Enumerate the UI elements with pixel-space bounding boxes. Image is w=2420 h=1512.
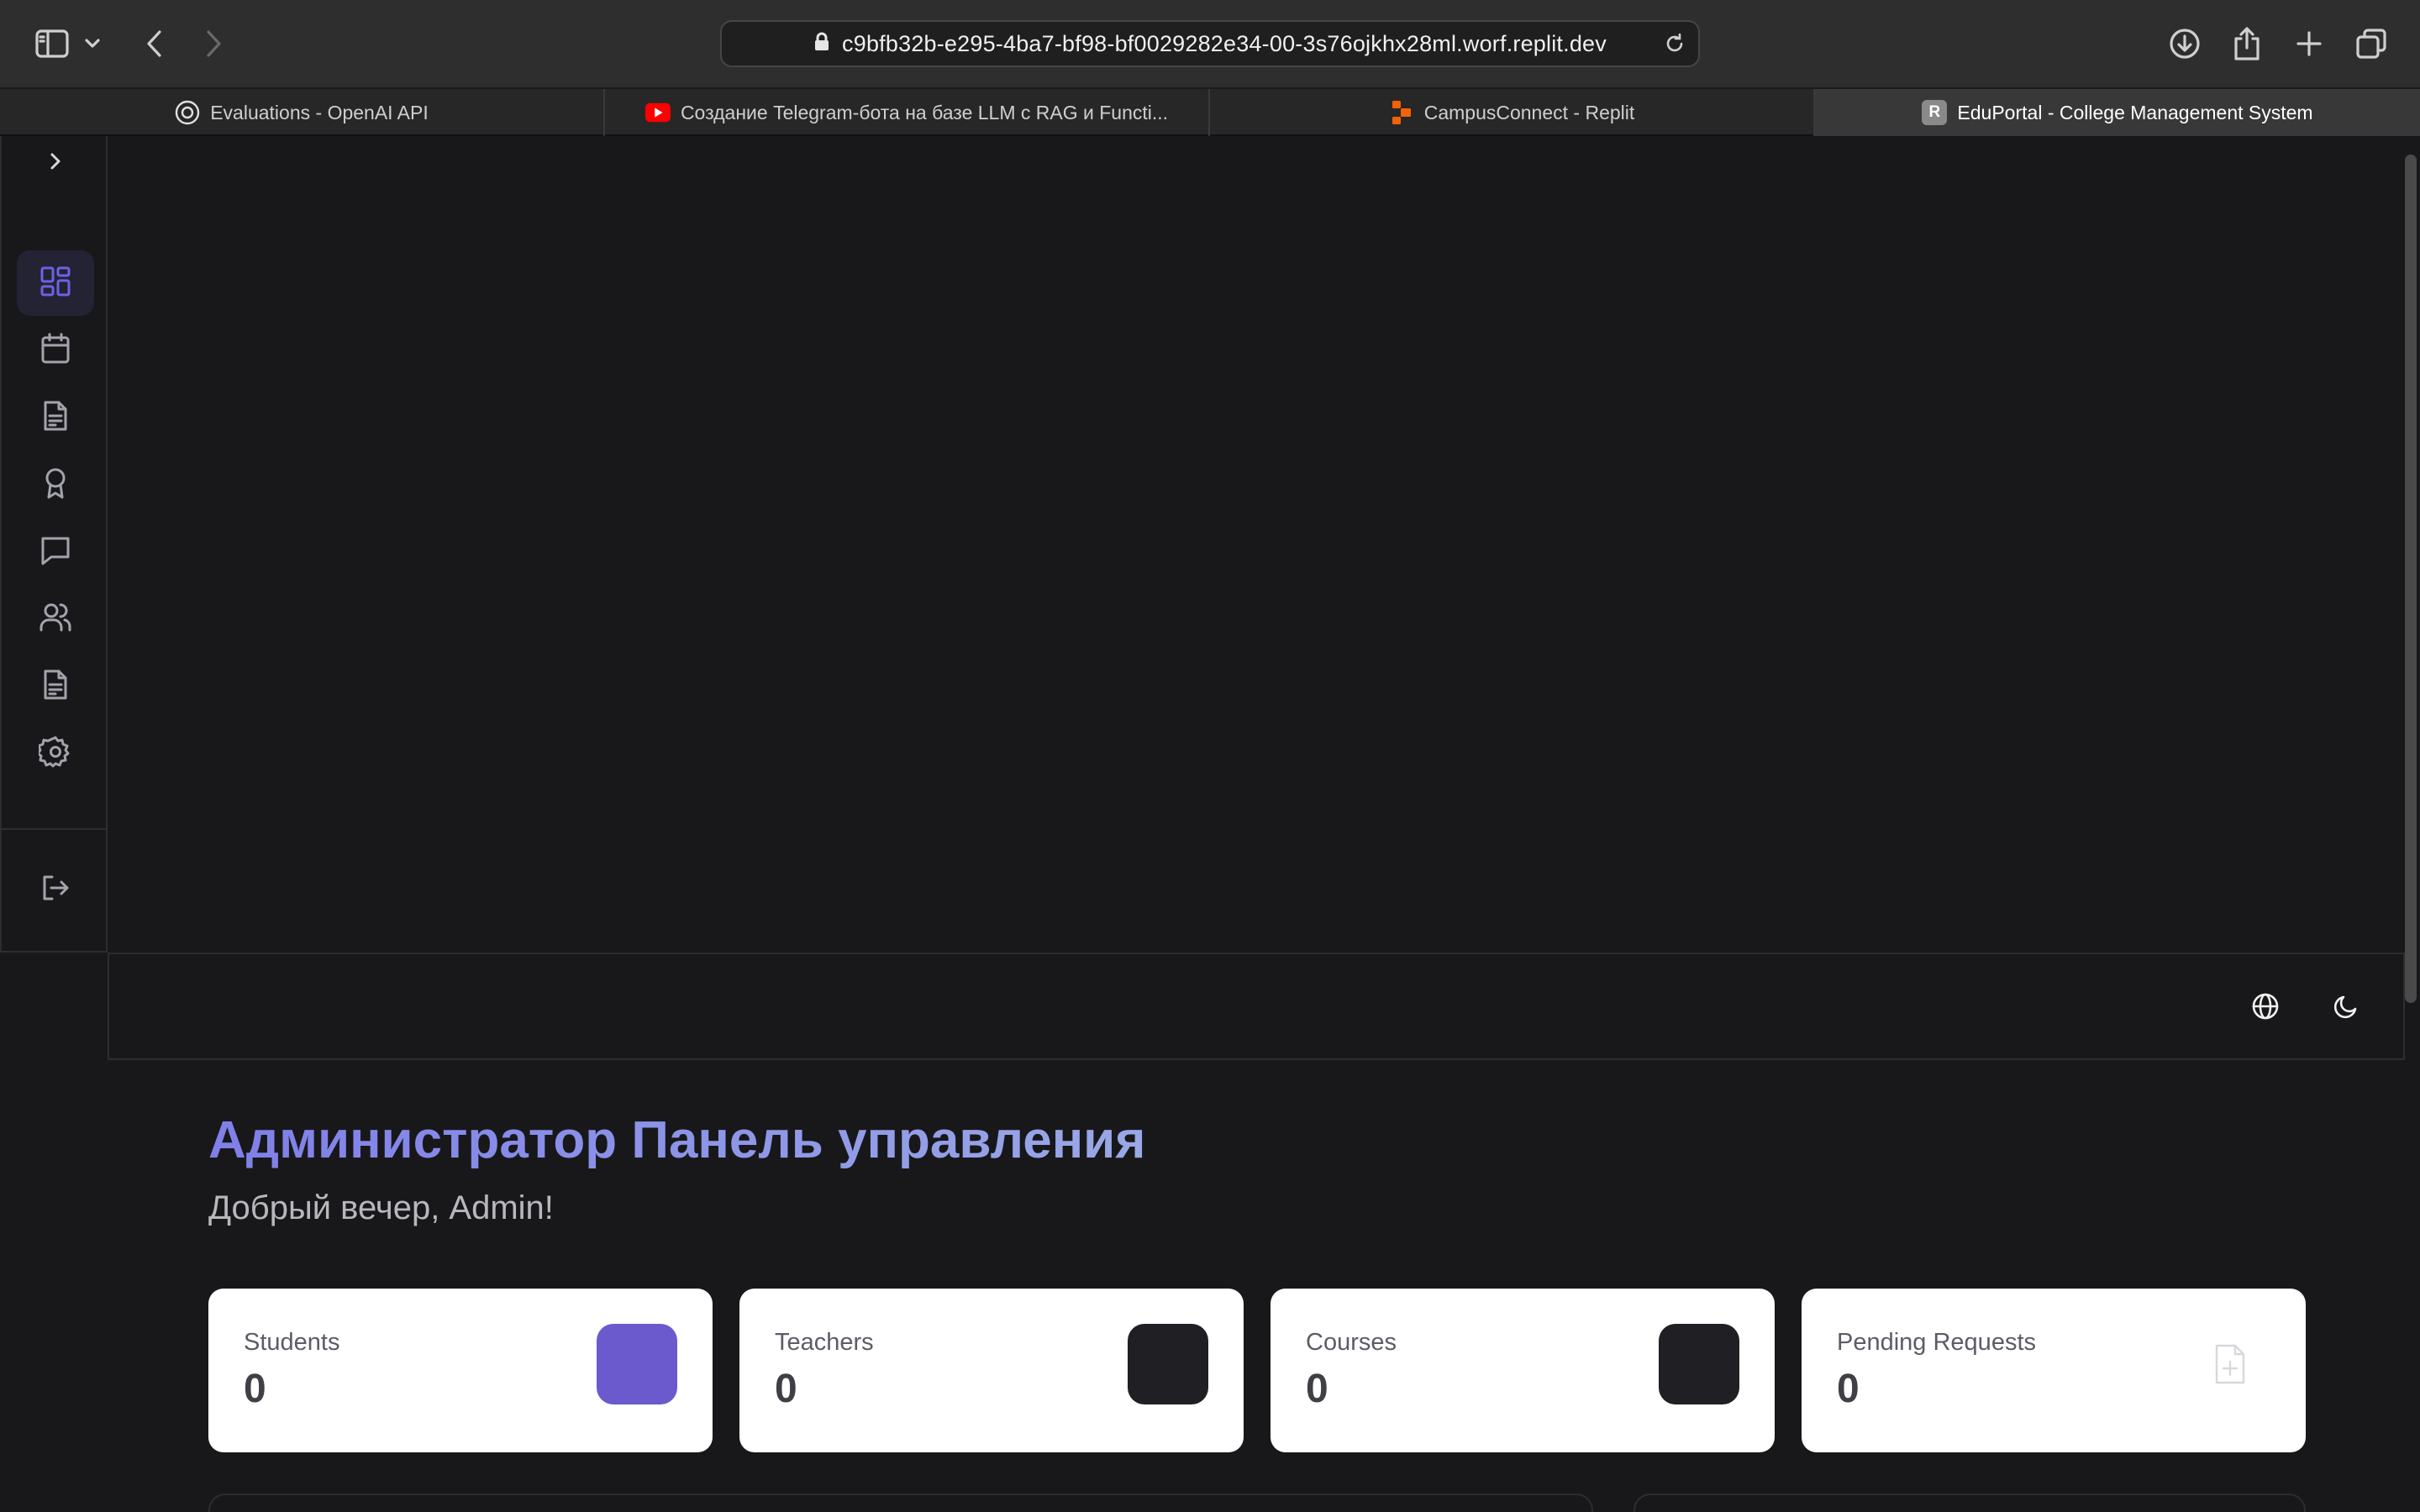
logout-button[interactable] [17,857,94,922]
address-bar[interactable]: c9bfb32b-e295-4ba7-bf98-bf0029282e34-00-… [720,20,1700,67]
stat-value: 0 [1306,1367,1328,1411]
calendar-icon [39,332,72,370]
tab-label: EduPortal - College Management System [1957,101,2313,123]
users-icon [39,601,72,638]
tab-overview-icon[interactable] [2349,22,2393,66]
document-icon [39,399,72,437]
page-scrollbar[interactable] [2405,155,2417,1003]
sidebar-item-achievements[interactable] [17,452,94,517]
reload-icon[interactable] [1663,32,1686,60]
tab-evaluations[interactable]: Evaluations - OpenAI API [0,89,605,136]
new-tab-icon[interactable] [2287,22,2331,66]
sidebar-item-users[interactable] [17,586,94,652]
stat-value: 0 [1837,1367,1860,1411]
back-icon[interactable] [133,22,176,66]
stat-value: 0 [244,1367,266,1411]
replit-r-icon: R [1922,100,1948,125]
tab-campusconnect[interactable]: CampusConnect - Replit [1210,89,1815,136]
stat-card-students: Students 0 [208,1289,713,1452]
chevron-down-icon[interactable] [77,22,108,66]
stat-label: Students [244,1329,340,1356]
stat-card-courses: Courses 0 [1270,1289,1775,1452]
moon-icon [2333,993,2360,1024]
tab-bar: Evaluations - OpenAI API Создание Telegr… [0,87,2420,136]
courses-icon [1659,1324,1739,1404]
chat-icon [39,533,72,571]
url-text: c9bfb32b-e295-4ba7-bf98-bf0029282e34-00-… [842,30,1607,56]
report-icon [39,668,72,706]
sidebar-item-documents[interactable] [17,385,94,450]
tab-eduportal[interactable]: R EduPortal - College Management System [1815,89,2420,136]
award-icon [39,466,72,504]
expand-sidebar-button[interactable] [39,144,72,178]
lock-icon [813,32,830,56]
stat-label: Courses [1306,1329,1397,1356]
gear-icon [36,735,72,773]
openai-icon [175,100,200,125]
stat-card-teachers: Teachers 0 [739,1289,1244,1452]
sidebar-toggle-icon[interactable] [30,22,74,66]
youtube-icon [644,100,671,125]
content-panel-right [1634,1494,2306,1512]
theme-toggle-button[interactable] [2326,988,2366,1028]
tab-youtube[interactable]: Создание Telegram-бота на базе LLM с RAG… [605,89,1210,136]
browser-toolbar: c9bfb32b-e295-4ba7-bf98-bf0029282e34-00-… [0,0,2420,87]
students-icon [597,1324,677,1404]
replit-icon [1389,100,1414,125]
stat-label: Teachers [775,1329,874,1356]
sidebar-item-messages[interactable] [17,519,94,585]
sidebar-divider [2,828,108,830]
app-sidebar [0,136,108,953]
sidebar-item-schedule[interactable] [17,318,94,383]
stat-card-pending-requests: Pending Requests 0 [1802,1289,2306,1452]
sidebar-item-settings[interactable] [17,721,94,786]
logout-icon [40,873,71,907]
tab-label: Создание Telegram-бота на базе LLM с RAG… [680,101,1169,123]
greeting-text: Добрый вечер, Admin! [208,1189,554,1226]
globe-icon [2251,992,2280,1025]
sidebar-item-reports[interactable] [17,654,94,719]
stat-label: Pending Requests [1837,1329,2036,1356]
file-plus-icon [2190,1324,2270,1404]
downloads-icon[interactable] [2163,22,2207,66]
app-header [108,953,2405,1060]
language-button[interactable] [2245,988,2286,1028]
tab-label: Evaluations - OpenAI API [210,101,429,123]
dashboard-icon [39,265,72,302]
sidebar-item-dashboard[interactable] [17,250,94,316]
stat-value: 0 [775,1367,797,1411]
forward-icon[interactable] [192,22,235,66]
content-panel-left [208,1494,1593,1512]
page-title: Администратор Панель управления [208,1111,1146,1169]
tab-label: CampusConnect - Replit [1423,101,1635,123]
share-icon[interactable] [2225,22,2269,66]
teachers-icon [1128,1324,1208,1404]
